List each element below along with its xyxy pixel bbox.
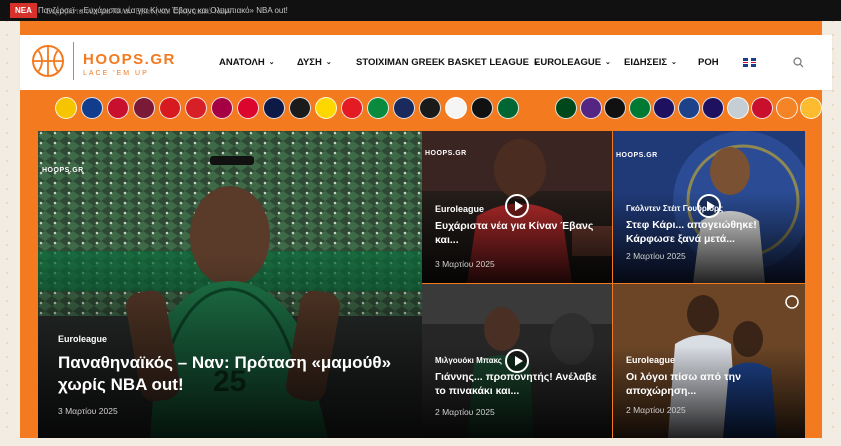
nav-item-dysi[interactable]: ΔΥΣΗ ⌄ [297,35,332,90]
team-logos-bar [20,90,822,126]
bucks-logo[interactable] [555,97,577,119]
nav-item-eidiseis[interactable]: ΕΙΔΗΣΕΙΣ ⌄ [624,35,677,90]
chevron-down-icon: ⌄ [325,59,332,66]
paris-logo[interactable] [393,97,415,119]
hornets-logo[interactable] [653,97,675,119]
image-watermark: HOOPS.GR [425,150,467,157]
olympiacos-logo[interactable] [185,97,207,119]
bayern-logo[interactable] [237,97,259,119]
anadolu-efes-logo[interactable] [81,97,103,119]
zalgiris-logo[interactable] [497,97,519,119]
asvel-logo[interactable] [289,97,311,119]
article-date: 3 Μαρτίου 2025 [58,406,118,416]
article-date: 2 Μαρτίου 2025 [626,251,686,261]
article-category[interactable]: Γκόλντεν Στέιτ Γουόριορς [626,204,798,213]
olympiacos-alt-logo[interactable] [341,97,363,119]
page-bottom [0,438,841,446]
article-title[interactable]: Παναθηναϊκός – Ναν: Πρόταση «μαμούθ» χωρ… [58,352,398,396]
fenerbahce-logo[interactable] [263,97,285,119]
barcelona-logo[interactable] [211,97,233,119]
image-watermark: HOOPS.GR [42,167,84,174]
knicks-logo[interactable] [775,97,798,119]
ticker-badge: ΝΕΑ [10,3,37,18]
article-date: 2 Μαρτίου 2025 [626,405,686,415]
virtus-logo[interactable] [471,97,493,119]
article-title[interactable]: Ευχάριστα νέα για Κίναν Έβανς και... [435,219,605,247]
article-caption: Euroleague Οι λόγοι πίσω από την αποχώρη… [626,355,798,415]
chevron-down-icon: ⌄ [605,59,611,66]
article-caption: Μιλγουόκι Μπακς Γιάννης... προπονητής! Α… [435,356,605,417]
celtics-logo[interactable] [628,97,651,119]
article-card-giannis[interactable]: Μιλγουόκι Μπακς Γιάννης... προπονητής! Α… [422,284,612,438]
top-accent-bar [20,21,822,35]
basketball-icon [32,45,64,77]
chevron-down-icon: ⌄ [268,59,275,66]
real-madrid-logo[interactable] [445,97,467,119]
clippers-logo[interactable] [751,97,773,119]
logo-tagline: LACE 'EM UP [83,70,149,77]
article-caption: Euroleague Ευχάριστα νέα για Κίναν Έβανς… [435,204,605,269]
nav-item-greek-basket-league[interactable]: STOIXIMAN GREEK BASKET LEAGUE ⌄ [356,35,539,90]
article-title[interactable]: Γιάννης... προπονητής! Ανέλαβε το πινακά… [435,370,605,398]
warriors-logo[interactable] [677,97,700,119]
nav-label: EUROLEAGUE [534,57,602,68]
site-header: HOOPS.GR LACE 'EM UP ΑΝΑΤΟΛΗ ⌄ ΔΥΣΗ ⌄ STOI… [20,35,832,90]
article-category[interactable]: Μιλγουόκι Μπακς [435,356,605,365]
monaco-logo[interactable] [107,97,129,119]
image-watermark: HOOPS.GR [616,152,658,159]
alba-berlin-logo[interactable] [55,97,77,119]
article-category[interactable]: Euroleague [626,355,798,365]
nav-label: STOIXIMAN GREEK BASKET LEAGUE [356,57,529,68]
article-card-evans[interactable]: HOOPS.GR Euroleague Ευχάριστα νέα για Κί… [422,131,612,283]
partizan-logo[interactable] [419,97,441,119]
search-icon[interactable] [793,57,804,68]
nav-label: ΡΟΗ [698,57,719,68]
logo-wordmark: HOOPS.GR [83,51,176,68]
article-title[interactable]: Στεφ Κάρι... απογειώθηκε! Κάρφωσε ξανά μ… [626,218,798,246]
logo-divider [73,42,74,80]
main-article-caption: Euroleague Παναθηναϊκός – Ναν: Πρόταση «… [58,334,398,416]
news-ticker: ΝΕΑ Ευχάριστα νέα για Κίναν Έβανς και Ολ… [0,0,841,21]
baskonia-logo[interactable] [133,97,155,119]
uk-flag-icon[interactable] [743,58,756,67]
main-article[interactable]: 25 HOOPS.GR Euroleague Παναθηναϊκός – Να… [38,131,422,438]
panathinaikos-logo[interactable] [367,97,389,119]
article-title[interactable]: Οι λόγοι πίσω από την αποχώρηση... [626,370,798,398]
article-date: 2 Μαρτίου 2025 [435,407,495,417]
spurs-logo[interactable] [726,97,749,119]
article-caption: Γκόλντεν Στέιτ Γουόριορς Στεφ Κάρι... απ… [626,204,798,261]
lakers-logo[interactable] [579,97,602,119]
nav-label: ΔΥΣΗ [297,57,322,68]
nav-item-euroleague[interactable]: EUROLEAGUE ⌄ [534,35,611,90]
nav-item-roi[interactable]: ΡΟΗ [698,35,719,90]
nets-logo[interactable] [604,97,626,119]
article-category[interactable]: Euroleague [58,334,398,344]
nav-label: ΑΝΑΤΟΛΗ [219,57,265,68]
article-category[interactable]: Euroleague [435,204,605,214]
crvena-zvezda-logo[interactable] [159,97,181,119]
suns-logo[interactable] [702,97,724,119]
article-card-departure[interactable]: Euroleague Οι λόγοι πίσω από την αποχώρη… [613,284,805,438]
chevron-down-icon: ⌄ [671,59,677,66]
site-logo[interactable]: HOOPS.GR LACE 'EM UP [32,42,202,84]
ticker-headline[interactable]: Πανζέρσεϊ· «Ευχάριστα νέα για Κίναν Έβαν… [38,0,288,21]
nav-item-anatoli[interactable]: ΑΝΑΤΟΛΗ ⌄ [219,35,275,90]
article-date: 3 Μαρτίου 2025 [435,259,495,269]
nav-label: ΕΙΔΗΣΕΙΣ [624,57,668,68]
maccabi-logo[interactable] [315,97,337,119]
article-card-curry[interactable]: HOOPS.GR Γκόλντεν Στέιτ Γουόριορς Στεφ Κ… [613,131,805,283]
featured-articles-grid: 25 HOOPS.GR Euroleague Παναθηναϊκός – Να… [20,126,822,438]
pacers-logo[interactable] [800,97,822,119]
